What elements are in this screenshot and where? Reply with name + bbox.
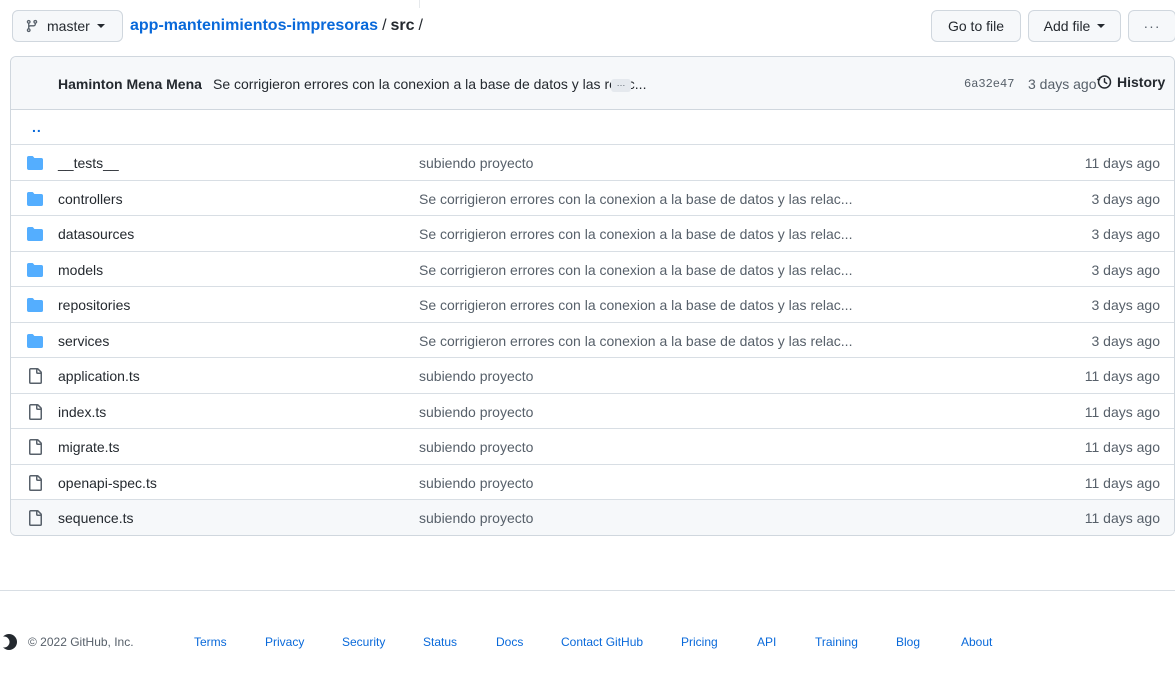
file-icon <box>29 403 42 420</box>
file-commit-age: 11 days ago <box>1084 510 1160 526</box>
footer-link-blog[interactable]: Blog <box>896 635 920 649</box>
commit-message[interactable]: Se corrigieron errores con la conexion a… <box>213 76 646 92</box>
file-commit-age: 3 days ago <box>1091 190 1161 207</box>
footer-link-training[interactable]: Training <box>815 635 858 649</box>
file-commit-age: 11 days ago <box>1084 368 1160 384</box>
folder-icon <box>27 262 43 277</box>
folder-icon <box>27 191 43 206</box>
file-name-link[interactable]: controllers <box>58 191 123 207</box>
file-name-link[interactable]: __tests__ <box>58 155 119 171</box>
branch-name: master <box>47 18 90 34</box>
file-name-link[interactable]: openapi-spec.ts <box>58 475 157 491</box>
file-row[interactable]: repositories Se corrigieron errores con l… <box>11 287 1174 323</box>
file-row[interactable]: openapi-spec.ts subiendo proyecto 11 days … <box>11 465 1174 500</box>
file-commit-age: 3 days ago <box>1091 261 1161 278</box>
file-commit-message-link[interactable]: subiendo proyecto <box>419 475 533 491</box>
github-logo-icon[interactable] <box>0 633 18 651</box>
file-name-link[interactable]: migrate.ts <box>58 439 119 455</box>
file-commit-age: 11 days ago <box>1084 439 1160 455</box>
folder-icon <box>27 227 43 241</box>
footer-link-status[interactable]: Status <box>423 635 457 649</box>
file-commit-message-link[interactable]: subiendo proyecto <box>419 368 533 384</box>
file-navigation: master app-mantenimientos-impresoras / s… <box>12 10 1175 42</box>
history-label: History <box>1117 74 1166 90</box>
file-commit-message-link[interactable]: subiendo proyecto <box>419 155 533 171</box>
file-list: __tests__ subiendo proyecto 11 days ago con… <box>11 145 1174 535</box>
footer-link-privacy[interactable]: Privacy <box>265 635 304 649</box>
footer-link-contact-github[interactable]: Contact GitHub <box>561 635 643 649</box>
file-commit-age: 11 days ago <box>1084 155 1160 171</box>
file-row[interactable]: application.ts subiendo proyecto 11 days a… <box>11 358 1174 394</box>
top-edge <box>0 0 1175 8</box>
git-branch-icon <box>26 19 38 33</box>
file-commit-message-link[interactable]: subiendo proyecto <box>419 404 533 420</box>
file-name-link[interactable]: application.ts <box>58 368 140 384</box>
add-file-button[interactable]: Add file <box>1028 10 1121 42</box>
file-commit-age: 3 days ago <box>1091 297 1161 313</box>
file-commit-message-link[interactable]: Se corrigieron errores con la conexion a… <box>419 333 852 349</box>
file-browser: Haminton Mena Mena Se corrigieron errore… <box>10 56 1175 536</box>
file-commit-message-link[interactable]: Se corrigieron errores con la conexion a… <box>419 226 852 242</box>
breadcrumb-current-dir: src <box>390 17 415 34</box>
file-icon <box>29 510 42 526</box>
file-commit-message-link[interactable]: Se corrigieron errores con la conexion a… <box>419 297 852 313</box>
breadcrumb: app-mantenimientos-impresoras / src / <box>130 10 427 42</box>
footer-copyright: © 2022 GitHub, Inc. <box>28 635 134 649</box>
file-commit-age: 3 days ago <box>1091 332 1161 349</box>
file-icon <box>29 368 42 384</box>
file-row[interactable]: sequence.ts subiendo proyecto 11 days ago <box>11 500 1174 535</box>
footer-link-api[interactable]: API <box>757 635 776 649</box>
file-commit-age: 3 days ago <box>1091 226 1161 242</box>
file-name-link[interactable]: services <box>58 333 109 349</box>
footer-link-pricing[interactable]: Pricing <box>681 635 718 649</box>
file-row[interactable]: datasources Se corrigieron errores con la… <box>11 216 1174 252</box>
latest-commit-bar: Haminton Mena Mena Se corrigieron errore… <box>11 57 1174 110</box>
folder-icon <box>27 298 43 312</box>
folder-icon <box>27 156 43 170</box>
file-commit-message-link[interactable]: Se corrigieron errores con la conexion a… <box>419 191 852 207</box>
breadcrumb-repo-link[interactable]: app-mantenimientos-impresoras <box>130 17 378 35</box>
file-row[interactable]: __tests__ subiendo proyecto 11 days ago <box>11 145 1174 181</box>
file-commit-age: 11 days ago <box>1084 403 1160 420</box>
commit-author[interactable]: Haminton Mena Mena <box>58 76 202 92</box>
add-file-label: Add file <box>1043 18 1091 34</box>
caret-down-icon <box>96 24 105 28</box>
commit-sha[interactable]: 6a32e47 <box>964 77 1014 91</box>
file-row[interactable]: index.ts subiendo proyecto 11 days ago <box>11 394 1174 429</box>
branch-select-button[interactable]: master <box>12 10 123 42</box>
file-row[interactable]: controllers Se corrigieron errores con la… <box>11 181 1174 216</box>
commit-age: 3 days ago <box>1028 76 1097 92</box>
file-row[interactable]: services Se corrigieron errores con la co… <box>11 323 1174 358</box>
history-icon <box>1097 75 1112 89</box>
expand-commit-button[interactable]: … <box>611 79 631 92</box>
footer: © 2022 GitHub, Inc. Terms Privacy Security… <box>0 632 1175 652</box>
parent-directory-row[interactable]: .. <box>11 110 1174 145</box>
file-commit-message-link[interactable]: subiendo proyecto <box>419 510 533 526</box>
file-commit-age: 11 days ago <box>1084 474 1160 491</box>
file-icon <box>29 474 42 491</box>
footer-link-about[interactable]: About <box>961 635 992 649</box>
folder-icon <box>27 333 43 348</box>
file-row[interactable]: migrate.ts subiendo proyecto 11 days ago <box>11 429 1174 465</box>
more-options-button[interactable]: ··· <box>1128 10 1175 42</box>
file-name-link[interactable]: datasources <box>58 226 134 242</box>
file-commit-message-link[interactable]: subiendo proyecto <box>419 439 533 455</box>
footer-link-security[interactable]: Security <box>342 635 385 649</box>
file-icon <box>29 439 42 455</box>
footer-link-terms[interactable]: Terms <box>194 635 227 649</box>
caret-down-icon <box>1097 24 1106 28</box>
file-name-link[interactable]: models <box>58 262 103 278</box>
file-name-link[interactable]: sequence.ts <box>58 510 134 526</box>
file-name-link[interactable]: repositories <box>58 297 130 313</box>
parent-directory-link[interactable]: .. <box>32 119 42 135</box>
footer-divider <box>0 590 1175 591</box>
file-name-link[interactable]: index.ts <box>58 404 106 420</box>
file-row[interactable]: models Se corrigieron errores con la cone… <box>11 252 1174 287</box>
breadcrumb-trailing-separator: / <box>418 17 423 34</box>
breadcrumb-separator: / <box>382 17 387 34</box>
history-link[interactable]: History <box>1096 74 1165 90</box>
go-to-file-button[interactable]: Go to file <box>931 10 1021 42</box>
footer-link-docs[interactable]: Docs <box>496 635 523 649</box>
file-commit-message-link[interactable]: Se corrigieron errores con la conexion a… <box>419 262 852 278</box>
